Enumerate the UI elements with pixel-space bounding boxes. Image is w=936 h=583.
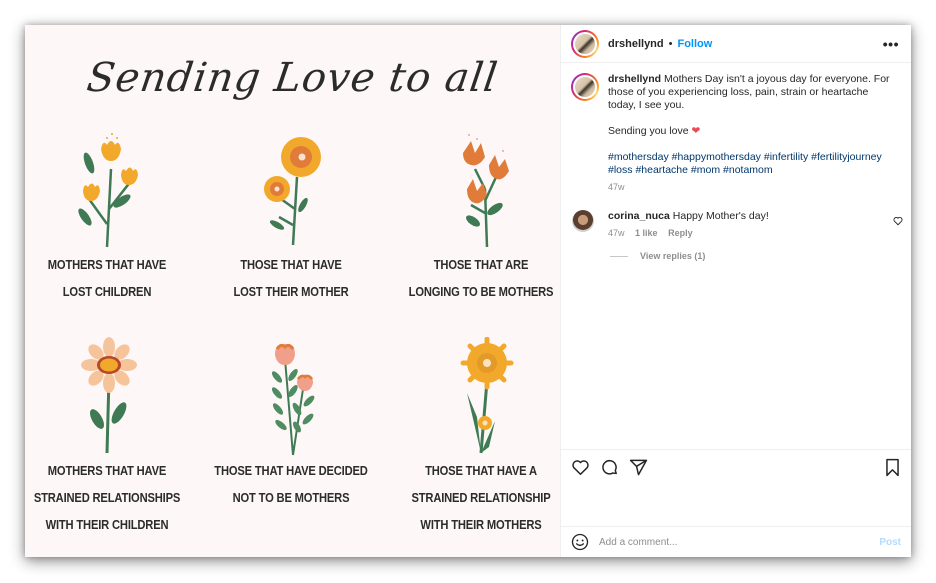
instagram-post-modal: Sending Love to all MOTHERS THAT HAVE LO… bbox=[25, 25, 911, 557]
post-sidebar: drshellynd • Follow ••• drshellynd Mothe… bbox=[561, 25, 911, 557]
post-image[interactable]: Sending Love to all MOTHERS THAT HAVE LO… bbox=[25, 25, 561, 557]
post-header: drshellynd • Follow ••• bbox=[561, 25, 911, 63]
comment-like-heart-icon[interactable] bbox=[893, 216, 903, 226]
replies-divider bbox=[610, 255, 628, 257]
image-cell: THOSE THAT HAVE A STRAINED RELATIONSHIP … bbox=[391, 337, 560, 538]
hashtag-link[interactable]: #mom bbox=[691, 164, 720, 176]
post-actions bbox=[561, 449, 911, 527]
commenter-avatar[interactable] bbox=[572, 210, 594, 232]
comment-icon[interactable] bbox=[600, 458, 619, 477]
share-icon[interactable] bbox=[629, 458, 648, 477]
hashtag-link[interactable]: #loss bbox=[608, 164, 633, 176]
follow-button[interactable]: Follow bbox=[677, 38, 712, 50]
hashtag-link[interactable]: #notamom bbox=[723, 164, 773, 176]
post-caption: drshellynd Mothers Day isn't a joyous da… bbox=[561, 63, 911, 194]
comment-likes[interactable]: 1 like bbox=[635, 228, 658, 238]
cell-label-line: LOST THEIR MOTHER bbox=[233, 284, 349, 299]
caption-line2: Sending you love bbox=[608, 125, 689, 137]
caption-timestamp[interactable]: 47w bbox=[608, 181, 899, 194]
hashtags: #mothersday #happymothersday #infertilit… bbox=[608, 151, 899, 177]
caption-author-avatar[interactable] bbox=[571, 73, 599, 101]
cell-label-line: STRAINED RELATIONSHIP bbox=[411, 490, 551, 505]
cell-label-line: THOSE THAT ARE bbox=[433, 257, 529, 272]
cell-label-line: WITH THEIR MOTHERS bbox=[420, 517, 542, 532]
cell-label-line: WITH THEIR CHILDREN bbox=[45, 517, 169, 532]
cell-label-line: THOSE THAT HAVE A bbox=[425, 463, 537, 478]
cell-label-line: MOTHERS THAT HAVE bbox=[47, 463, 167, 478]
cell-label-line: LOST CHILDREN bbox=[62, 284, 152, 299]
bookmark-icon[interactable] bbox=[884, 458, 901, 477]
more-horizontal-icon[interactable]: ••• bbox=[883, 36, 899, 52]
add-comment-bar: Post bbox=[561, 526, 911, 557]
yellow-tulips-illustration bbox=[78, 133, 138, 248]
pink-sprigs-illustration bbox=[271, 343, 315, 456]
comment-item: corina_nuca Happy Mother's day! 47w 1 li… bbox=[561, 194, 911, 238]
hashtag-link[interactable]: #fertilityjourney bbox=[811, 151, 882, 163]
view-replies-button[interactable]: View replies (1) bbox=[610, 251, 911, 261]
orange-poppies-illustration bbox=[264, 137, 321, 246]
yellow-sunflower-illustration bbox=[460, 337, 514, 454]
reply-button[interactable]: Reply bbox=[668, 228, 693, 238]
author-username[interactable]: drshellynd bbox=[608, 38, 664, 50]
cell-label-line: NOT TO BE MOTHERS bbox=[232, 490, 350, 505]
image-cell: THOSE THAT HAVE LOST THEIR MOTHER bbox=[201, 129, 381, 305]
red-heart-emoji-icon: ❤ bbox=[691, 125, 701, 137]
orange-tulips-illustration bbox=[463, 134, 509, 248]
cell-label-line: THOSE THAT HAVE DECIDED bbox=[214, 463, 368, 478]
add-comment-input[interactable] bbox=[599, 536, 880, 548]
image-cell: THOSE THAT HAVE DECIDED NOT TO BE MOTHER… bbox=[201, 337, 381, 511]
image-cell: THOSE THAT ARE LONGING TO BE MOTHERS bbox=[391, 129, 560, 305]
post-comment-button[interactable]: Post bbox=[879, 537, 901, 548]
cell-label-line: LONGING TO BE MOTHERS bbox=[408, 284, 554, 299]
comment-text: Happy Mother's day! bbox=[672, 210, 769, 222]
emoji-icon[interactable] bbox=[571, 533, 589, 551]
comment-timestamp[interactable]: 47w bbox=[608, 228, 625, 238]
image-title: Sending Love to all bbox=[84, 55, 501, 101]
view-replies-label: View replies (1) bbox=[640, 251, 706, 261]
hashtag-link[interactable]: #heartache bbox=[635, 164, 688, 176]
peach-daisy-illustration bbox=[81, 337, 137, 454]
hashtag-link[interactable]: #infertility bbox=[764, 151, 808, 163]
hashtag-link[interactable]: #happymothersday bbox=[672, 151, 761, 163]
cell-label-line: MOTHERS THAT HAVE bbox=[47, 257, 167, 272]
heart-icon[interactable] bbox=[571, 458, 590, 477]
commenter-username[interactable]: corina_nuca bbox=[608, 210, 670, 222]
cell-label-line: STRAINED RELATIONSHIPS bbox=[33, 490, 181, 505]
author-avatar[interactable] bbox=[571, 29, 599, 58]
hashtag-link[interactable]: #mothersday bbox=[608, 151, 669, 163]
separator-dot: • bbox=[668, 37, 673, 50]
caption-username[interactable]: drshellynd bbox=[608, 73, 661, 85]
image-cell: MOTHERS THAT HAVE LOST CHILDREN bbox=[25, 129, 197, 305]
cell-label-line: THOSE THAT HAVE bbox=[240, 257, 342, 272]
image-cell: MOTHERS THAT HAVE STRAINED RELATIONSHIPS… bbox=[25, 337, 197, 538]
